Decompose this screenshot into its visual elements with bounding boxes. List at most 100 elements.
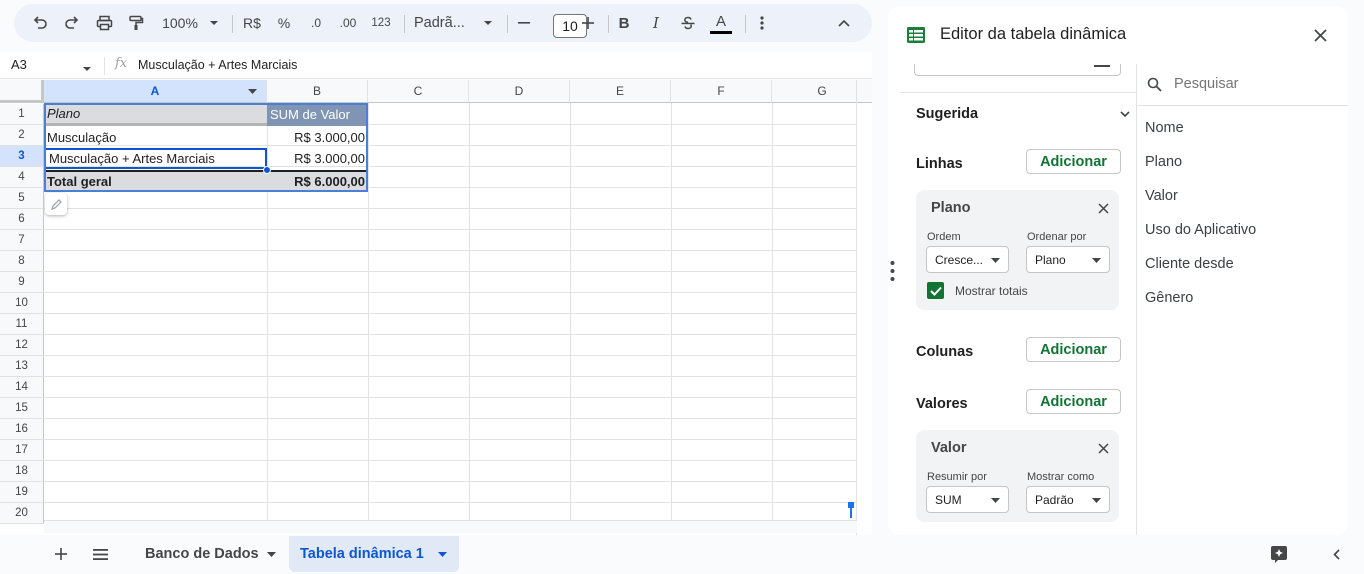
row-header[interactable]: 19: [0, 482, 44, 503]
pivot-header-sum[interactable]: SUM de Valor: [267, 103, 368, 126]
font-select[interactable]: Padrã...: [414, 4, 472, 42]
row-gridline: [44, 439, 857, 440]
row-header[interactable]: 6: [0, 209, 44, 230]
row-header[interactable]: 15: [0, 398, 44, 419]
add-sheet-icon[interactable]: [52, 536, 70, 572]
field-item-uso-do-aplicativo[interactable]: Uso do Aplicativo: [1145, 222, 1256, 238]
cell-b3[interactable]: R$ 3.000,00: [267, 148, 368, 169]
cell-b4-total[interactable]: R$ 6.000,00: [267, 170, 368, 191]
all-sheets-icon[interactable]: [90, 536, 110, 572]
cell-b2[interactable]: R$ 3.000,00: [267, 127, 368, 148]
chevron-down-icon[interactable]: [438, 552, 447, 557]
chevron-down-icon[interactable]: [1120, 111, 1130, 118]
show-as-select[interactable]: Padrão: [1026, 486, 1110, 513]
strikethrough-icon[interactable]: [678, 4, 698, 42]
row-header[interactable]: 20: [0, 503, 44, 524]
row-header[interactable]: 14: [0, 377, 44, 398]
row-header[interactable]: 8: [0, 251, 44, 272]
pencil-icon[interactable]: [45, 193, 67, 215]
row-header[interactable]: 17: [0, 440, 44, 461]
fill-handle[interactable]: [263, 166, 271, 174]
row-header[interactable]: 4: [0, 167, 44, 188]
currency-format-button[interactable]: R$: [240, 4, 264, 42]
data-range-input[interactable]: [914, 64, 1121, 76]
row-gridline: [44, 376, 857, 377]
close-icon[interactable]: [1098, 443, 1109, 454]
row-header[interactable]: 13: [0, 356, 44, 377]
collapse-menus-icon[interactable]: [834, 4, 854, 42]
increase-decimals-button[interactable]: .00: [336, 4, 360, 42]
plus-icon[interactable]: [580, 4, 596, 42]
suggested-label[interactable]: Sugerida: [916, 106, 978, 122]
row-header[interactable]: 1: [0, 104, 44, 125]
close-icon[interactable]: [1098, 203, 1109, 214]
sheet-tab-tabela-dinamica-1[interactable]: Tabela dinâmica 1: [289, 536, 459, 572]
add-column-button[interactable]: Adicionar: [1026, 337, 1121, 362]
row-header[interactable]: 5: [0, 188, 44, 209]
cell-a4-total[interactable]: Total geral: [44, 170, 267, 191]
column-menu-icon[interactable]: [248, 89, 257, 94]
cell-a3-selected[interactable]: Musculação + Artes Marciais: [44, 148, 267, 169]
chevron-down-icon[interactable]: [82, 59, 92, 77]
redo-icon[interactable]: [60, 4, 84, 42]
sheet-tab-banco-de-dados[interactable]: Banco de Dados: [130, 536, 282, 572]
bold-icon[interactable]: B: [614, 4, 634, 42]
formula-input[interactable]: Musculação + Artes Marciais: [138, 58, 297, 72]
decrease-decimals-button[interactable]: .0: [304, 4, 328, 42]
pivot-header-plano[interactable]: Plano: [44, 103, 267, 126]
field-item-genero[interactable]: Gênero: [1145, 290, 1193, 306]
show-totals-checkbox[interactable]: [927, 282, 944, 299]
select-all-corner[interactable]: [0, 80, 44, 103]
field-item-cliente-desde[interactable]: Cliente desde: [1145, 256, 1234, 272]
row-header[interactable]: 16: [0, 419, 44, 440]
panel-resize-handle-icon[interactable]: [890, 260, 895, 282]
print-icon[interactable]: [92, 4, 116, 42]
order-select[interactable]: Cresce...: [926, 246, 1009, 273]
minus-icon[interactable]: [516, 4, 532, 42]
cell-a2[interactable]: Musculação: [44, 127, 267, 148]
row-header[interactable]: 9: [0, 272, 44, 293]
zoom-select[interactable]: 100%: [158, 4, 202, 42]
row-header[interactable]: 2: [0, 125, 44, 146]
undo-icon[interactable]: [28, 4, 52, 42]
column-header-g[interactable]: G: [772, 80, 872, 103]
sort-by-select[interactable]: Plano: [1026, 246, 1110, 273]
chevron-down-icon[interactable]: [481, 4, 495, 42]
add-row-button[interactable]: Adicionar: [1026, 149, 1121, 174]
paint-format-icon[interactable]: [124, 4, 148, 42]
explore-icon[interactable]: [1268, 536, 1290, 572]
field-search-input[interactable]: Pesquisar: [1174, 76, 1238, 92]
add-value-button[interactable]: Adicionar: [1026, 389, 1121, 414]
name-box[interactable]: A3: [11, 57, 27, 72]
horizontal-scrollbar[interactable]: [44, 520, 857, 533]
column-header-b[interactable]: B: [267, 80, 368, 103]
summarize-select[interactable]: SUM: [926, 486, 1009, 513]
chevron-down-icon[interactable]: [267, 552, 276, 557]
column-header-a[interactable]: A: [44, 80, 267, 103]
column-header-d[interactable]: D: [469, 80, 570, 103]
row-header[interactable]: 11: [0, 314, 44, 335]
field-item-plano[interactable]: Plano: [1145, 154, 1182, 170]
field-item-valor[interactable]: Valor: [1145, 188, 1178, 204]
column-label: G: [817, 84, 827, 98]
row-header[interactable]: 3: [0, 146, 44, 167]
more-options-icon[interactable]: [754, 4, 770, 42]
more-formats-button[interactable]: 123: [368, 4, 394, 42]
chevron-left-icon[interactable]: [1328, 536, 1344, 572]
row-header[interactable]: 12: [0, 335, 44, 356]
italic-icon[interactable]: I: [646, 4, 666, 42]
row-header[interactable]: 10: [0, 293, 44, 314]
column-header-f[interactable]: F: [671, 80, 772, 103]
row-card-title: Plano: [931, 200, 971, 216]
spreadsheet-grid[interactable]: A B C D E F G Plano SUM de Valor Muscula…: [0, 80, 872, 535]
row-gridline: [44, 229, 857, 230]
column-header-e[interactable]: E: [570, 80, 671, 103]
close-icon[interactable]: [1314, 29, 1327, 42]
percent-format-button[interactable]: %: [272, 4, 296, 42]
row-header[interactable]: 7: [0, 230, 44, 251]
text-color-icon[interactable]: A: [708, 4, 734, 42]
row-header[interactable]: 18: [0, 461, 44, 482]
chevron-down-icon[interactable]: [207, 4, 221, 42]
field-item-nome[interactable]: Nome: [1145, 120, 1184, 136]
column-header-c[interactable]: C: [368, 80, 469, 103]
